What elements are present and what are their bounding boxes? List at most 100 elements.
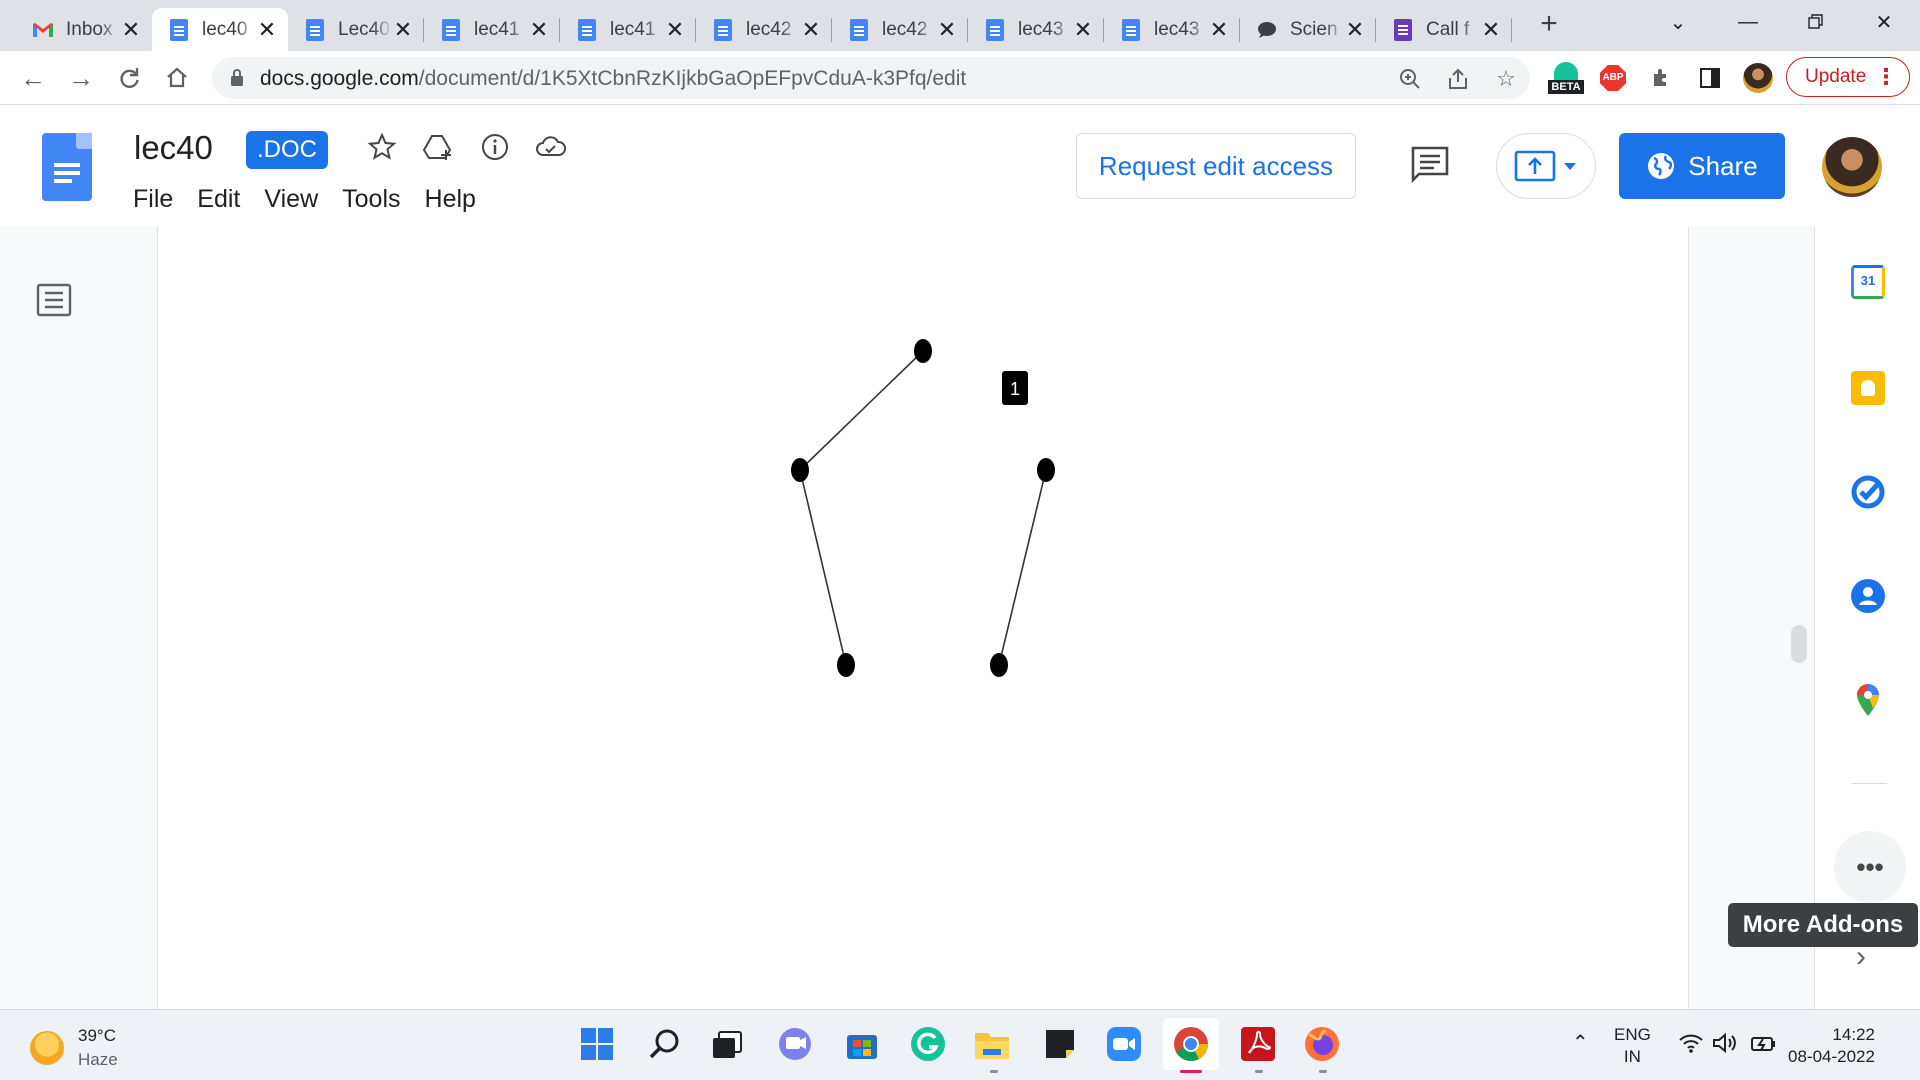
acrobat-icon[interactable] <box>1238 1024 1278 1064</box>
browser-tab[interactable]: Call f ✕ <box>1376 8 1512 51</box>
task-view-icon[interactable] <box>707 1024 747 1064</box>
search-icon[interactable] <box>645 1024 685 1064</box>
maps-icon[interactable] <box>1849 681 1887 719</box>
menu-tools[interactable]: Tools <box>342 185 400 214</box>
url-text: docs.google.com/document/d/1K5XtCbnRzKIj… <box>260 67 966 91</box>
tasks-icon[interactable] <box>1849 473 1887 511</box>
tab-title: lec41 <box>474 18 520 40</box>
document-title[interactable]: lec40 <box>134 129 213 167</box>
teams-chat-icon[interactable] <box>775 1024 815 1064</box>
browser-tab[interactable]: lec42 ✕ <box>832 8 968 51</box>
grammarly-icon[interactable] <box>908 1024 948 1064</box>
browser-tab[interactable]: lec41 ✕ <box>424 8 560 51</box>
account-avatar[interactable] <box>1822 137 1882 197</box>
tab-title: lec42 <box>882 18 928 40</box>
share-page-icon[interactable] <box>1444 65 1472 93</box>
browser-tab[interactable]: lec40 ✕ <box>152 8 288 51</box>
menu-view[interactable]: View <box>264 185 318 214</box>
calendar-icon[interactable]: 31 <box>1849 263 1887 301</box>
sticky-notes-icon[interactable] <box>1040 1024 1080 1064</box>
side-panel-icon[interactable] <box>1694 62 1726 94</box>
tab-close-icon[interactable]: ✕ <box>936 17 958 42</box>
adblock-plus-extension[interactable]: ABP <box>1597 62 1629 94</box>
menu-file[interactable]: File <box>133 185 173 214</box>
tab-close-icon[interactable]: ✕ <box>1072 17 1094 42</box>
docs-logo-icon[interactable] <box>42 133 92 201</box>
reload-button[interactable] <box>110 59 148 97</box>
back-button[interactable]: ← <box>14 59 52 97</box>
tab-title: lec41 <box>610 18 656 40</box>
windows-taskbar: 39°C Haze ⌃ ENG IN 14:22 08-04-2022 <box>0 1009 1920 1080</box>
move-to-drive-icon[interactable] <box>420 129 456 165</box>
document-outline-icon[interactable] <box>36 283 72 322</box>
beta-label: BETA <box>1548 80 1584 94</box>
extensions-puzzle-icon[interactable] <box>1646 62 1678 94</box>
new-tab-button[interactable]: + <box>1534 9 1564 40</box>
language-indicator[interactable]: ENG IN <box>1614 1024 1651 1068</box>
edge-left-bottom <box>799 469 847 666</box>
sun-haze-icon <box>30 1031 64 1065</box>
grammarly-beta-extension[interactable]: BETA <box>1548 62 1584 94</box>
show-hidden-icons-chevron-icon[interactable]: ⌃ <box>1572 1032 1589 1054</box>
tab-close-icon[interactable]: ✕ <box>256 17 278 42</box>
volume-icon[interactable] <box>1712 1032 1740 1060</box>
request-edit-access-button[interactable]: Request edit access <box>1076 133 1356 199</box>
url-host: docs.google.com <box>260 67 419 90</box>
document-info-icon[interactable] <box>477 129 513 165</box>
scrollbar-thumb[interactable] <box>1791 625 1807 663</box>
browser-tab[interactable]: Scien ✕ <box>1240 8 1376 51</box>
start-windows-icon[interactable] <box>577 1024 617 1064</box>
docs-icon <box>712 18 734 41</box>
chrome-icon[interactable] <box>1163 1018 1219 1070</box>
minimize-button[interactable]: — <box>1716 0 1780 44</box>
browser-tab[interactable]: Inbox ✕ <box>16 8 152 51</box>
weather-widget[interactable]: 39°C Haze <box>30 1024 118 1072</box>
tab-close-icon[interactable]: ✕ <box>120 17 142 42</box>
contacts-icon[interactable] <box>1849 577 1887 615</box>
tab-search-icon[interactable]: ⌄ <box>1646 0 1710 44</box>
expand-panel-chevron-icon[interactable]: › <box>1856 940 1866 974</box>
menu-edit[interactable]: Edit <box>197 185 240 214</box>
system-clock[interactable]: 14:22 08-04-2022 <box>1788 1024 1875 1068</box>
cloud-saved-icon[interactable] <box>533 129 569 165</box>
tab-close-icon[interactable]: ✕ <box>1208 17 1230 42</box>
star-icon[interactable] <box>364 129 400 165</box>
docs-icon <box>168 18 190 41</box>
browser-tab[interactable]: lec43 ✕ <box>968 8 1104 51</box>
document-page[interactable]: 1 <box>157 227 1689 1009</box>
tab-close-icon[interactable]: ✕ <box>664 17 686 42</box>
firefox-icon[interactable] <box>1302 1024 1342 1064</box>
tab-close-icon[interactable]: ✕ <box>392 17 414 42</box>
weather-condition: Haze <box>78 1050 118 1069</box>
calendar-day: 31 <box>1860 273 1876 288</box>
browser-tab[interactable]: Lec40 ✕ <box>288 8 424 51</box>
comment-history-icon[interactable] <box>1410 145 1450 188</box>
zoom-icon[interactable] <box>1396 65 1424 93</box>
restore-button[interactable] <box>1784 0 1848 44</box>
present-button[interactable] <box>1496 133 1596 199</box>
tab-title: Scien <box>1290 18 1338 40</box>
browser-tab[interactable]: lec43 ✕ <box>1104 8 1240 51</box>
home-button[interactable] <box>158 59 196 97</box>
share-button[interactable]: Share <box>1619 133 1785 199</box>
tab-close-icon[interactable]: ✕ <box>528 17 550 42</box>
zoom-app-icon[interactable] <box>1104 1024 1144 1064</box>
keep-icon[interactable] <box>1849 369 1887 407</box>
bookmark-star-icon[interactable]: ☆ <box>1492 65 1520 93</box>
tab-close-icon[interactable]: ✕ <box>800 17 822 42</box>
file-explorer-icon[interactable] <box>972 1024 1012 1064</box>
tab-close-icon[interactable]: ✕ <box>1344 17 1366 42</box>
battery-icon[interactable] <box>1750 1032 1778 1060</box>
wifi-icon[interactable] <box>1678 1032 1704 1060</box>
close-window-button[interactable]: ✕ <box>1852 0 1916 44</box>
browser-tab[interactable]: lec42 ✕ <box>696 8 832 51</box>
browser-tab[interactable]: lec41 ✕ <box>560 8 696 51</box>
tab-close-icon[interactable]: ✕ <box>1480 17 1502 42</box>
address-bar[interactable]: docs.google.com/document/d/1K5XtCbnRzKIj… <box>212 57 1530 99</box>
microsoft-store-icon[interactable] <box>842 1024 882 1064</box>
menu-help[interactable]: Help <box>425 185 476 214</box>
profile-avatar[interactable] <box>1742 62 1774 94</box>
forward-button[interactable]: → <box>62 59 100 97</box>
update-button[interactable]: Update ⋮ <box>1786 57 1910 97</box>
more-addons-button[interactable]: ••• <box>1834 831 1906 903</box>
